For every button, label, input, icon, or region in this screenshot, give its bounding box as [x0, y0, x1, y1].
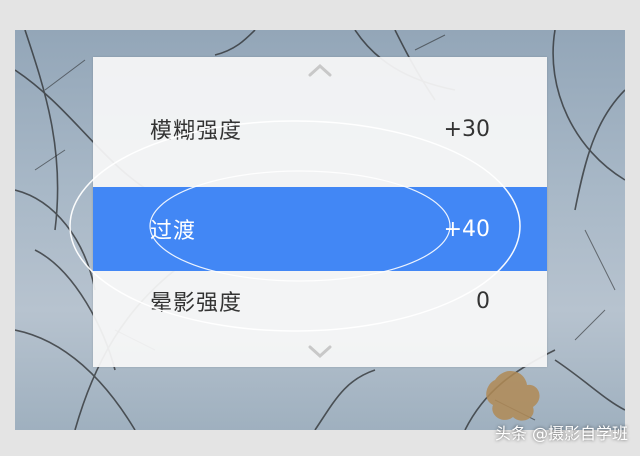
slider-item-transition-selected[interactable]: 过渡 +40	[93, 187, 547, 271]
slider-item-blur-strength[interactable]: 模糊强度 +30	[93, 99, 547, 159]
item-value: 0	[476, 288, 490, 314]
item-value: +40	[443, 216, 490, 242]
item-label: 模糊强度	[150, 119, 243, 144]
adjustment-panel: 模糊强度 +30 过渡 +40 晕影强度 0	[93, 57, 547, 367]
slider-item-vignette-strength[interactable]: 晕影强度 0	[93, 271, 547, 331]
chevron-up-icon[interactable]	[308, 63, 332, 77]
item-label: 晕影强度	[150, 291, 243, 316]
chevron-down-icon[interactable]	[308, 345, 332, 359]
watermark: 头条 @摄影自学班	[494, 424, 628, 443]
item-label: 过渡	[150, 219, 197, 244]
item-value: +30	[443, 116, 490, 142]
